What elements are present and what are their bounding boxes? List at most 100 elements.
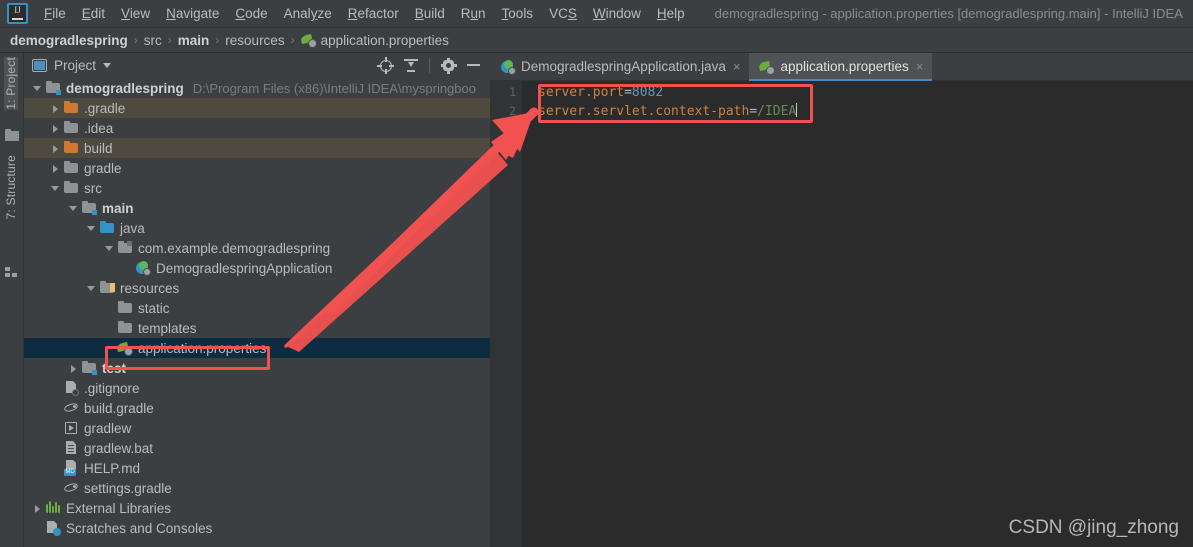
close-icon[interactable]: ×: [916, 60, 924, 73]
menu-items: File Edit View Navigate Code Analyze Refactor B…: [36, 3, 693, 24]
tree-node-java[interactable]: java: [24, 218, 490, 238]
chevron-right-icon[interactable]: [50, 123, 61, 134]
tree-node-main[interactable]: main: [24, 198, 490, 218]
breadcrumb-item-application-properties[interactable]: application.properties: [299, 32, 449, 48]
close-icon[interactable]: ×: [733, 60, 741, 73]
folder-icon[interactable]: [5, 129, 19, 142]
chevron-down-icon[interactable]: [50, 183, 61, 194]
tree-node-label: static: [138, 300, 170, 316]
chevron-down-icon[interactable]: [86, 283, 97, 294]
chevron-right-icon[interactable]: [50, 143, 61, 154]
tree-node-label: resources: [120, 280, 180, 296]
tree-node--gradle[interactable]: .gradle: [24, 98, 490, 118]
tree-node-label: gradlew: [84, 420, 132, 436]
minimize-icon[interactable]: [467, 64, 480, 66]
tool-window-button-structure[interactable]: 7: Structure: [4, 155, 18, 219]
spring-class-icon: [500, 59, 516, 75]
tool-window-button-project[interactable]: 1: Project: [4, 57, 18, 110]
spring-properties-icon: [299, 32, 317, 48]
spring-class-icon: [135, 260, 151, 276]
chevron-down-icon[interactable]: [103, 63, 112, 68]
tree-node-com-example-demogradlespring[interactable]: com.example.demogradlespring: [24, 238, 490, 258]
menu-item-refactor[interactable]: Refactor: [340, 3, 407, 24]
code-line[interactable]: server.servlet.context-path=/IDEA: [538, 102, 1193, 121]
tree-node-label: Scratches and Consoles: [66, 520, 213, 536]
chevron-down-icon[interactable]: [104, 243, 115, 254]
chevron-down-icon[interactable]: [86, 223, 97, 234]
menu-item-view[interactable]: View: [113, 3, 158, 24]
tree-node--idea[interactable]: .idea: [24, 118, 490, 138]
menu-item-analyze[interactable]: Analyze: [276, 3, 340, 24]
project-tool-window: Project demogradlespring D:\Program File…: [24, 53, 490, 547]
code-content[interactable]: server.port=8082 server.servlet.context-p…: [538, 83, 1193, 547]
package-icon: [117, 240, 133, 256]
collapse-all-icon[interactable]: [404, 58, 418, 73]
breadcrumb-item-resources[interactable]: resources: [225, 33, 284, 48]
tree-node-scratches-and-consoles[interactable]: Scratches and Consoles: [24, 518, 490, 538]
chevron-down-icon[interactable]: [68, 203, 79, 214]
tree-node-templates[interactable]: templates: [24, 318, 490, 338]
tree-node-settings-gradle[interactable]: settings.gradle: [24, 478, 490, 498]
breadcrumb-items: demogradlespring › src › main › resources › appl…: [10, 32, 449, 48]
menu-item-help[interactable]: Help: [649, 3, 693, 24]
breadcrumb-label: main: [177, 32, 210, 48]
gear-icon[interactable]: [440, 57, 457, 74]
property-key: server.servlet.context-path: [538, 104, 750, 119]
code-line[interactable]: server.port=8082: [538, 83, 1193, 102]
tree-node-gradlew[interactable]: gradlew: [24, 418, 490, 438]
structure-squares-icon[interactable]: [5, 267, 18, 278]
tree-node-label: settings.gradle: [84, 480, 172, 496]
tree-node-build-gradle[interactable]: build.gradle: [24, 398, 490, 418]
file-icon: [63, 440, 79, 456]
tree-node-demogradlespringapplication[interactable]: DemogradlespringApplication: [24, 258, 490, 278]
menu-item-build[interactable]: Build: [407, 3, 453, 24]
tree-node-label: .idea: [84, 120, 114, 136]
editor-area: DemogradlespringApplication.java × applica…: [490, 53, 1193, 547]
menu-item-tools[interactable]: Tools: [494, 3, 542, 24]
tree-node-gradlew-bat[interactable]: gradlew.bat: [24, 438, 490, 458]
tree-node-label: .gradle: [84, 100, 126, 116]
csdn-watermark: CSDN @jing_zhong: [1008, 517, 1179, 538]
tree-node-label: main: [102, 200, 134, 216]
resource-root-icon: [99, 280, 115, 296]
tree-node-label: application.properties: [138, 340, 267, 356]
breadcrumb-item-main[interactable]: main: [178, 33, 210, 48]
project-panel-title: Project: [54, 58, 97, 73]
menu-item-code[interactable]: Code: [227, 3, 275, 24]
tree-node-gradle[interactable]: gradle: [24, 158, 490, 178]
menu-item-navigate[interactable]: Navigate: [158, 3, 227, 24]
select-opened-file-icon[interactable]: [377, 57, 394, 74]
tree-node-help-md[interactable]: MD HELP.md: [24, 458, 490, 478]
chevron-right-icon[interactable]: [50, 103, 61, 114]
breadcrumb-item-src[interactable]: src: [144, 33, 162, 48]
tree-node-application-properties[interactable]: application.properties: [24, 338, 490, 358]
tree-node-test[interactable]: test: [24, 358, 490, 378]
tree-node-build[interactable]: build: [24, 138, 490, 158]
code-area[interactable]: 123 server.port=8082 server.servlet.conte…: [490, 81, 1193, 547]
editor-tab-demogradlespringapplication-java[interactable]: DemogradlespringApplication.java ×: [490, 53, 749, 80]
menu-item-file[interactable]: File: [36, 3, 74, 24]
chevron-right-icon[interactable]: [50, 163, 61, 174]
chevron-right-icon[interactable]: [32, 503, 43, 514]
tree-node-demogradlespring[interactable]: demogradlespring D:\Program Files (x86)\I…: [24, 78, 490, 98]
menu-item-edit[interactable]: Edit: [74, 3, 113, 24]
breadcrumb-item-demogradlespring[interactable]: demogradlespring: [10, 33, 128, 48]
menu-item-window[interactable]: Window: [585, 3, 649, 24]
tree-node-resources[interactable]: resources: [24, 278, 490, 298]
editor-tab-application-properties[interactable]: application.properties ×: [749, 53, 933, 81]
project-tree[interactable]: demogradlespring D:\Program Files (x86)\I…: [24, 78, 490, 547]
tree-node-external-libraries[interactable]: External Libraries: [24, 498, 490, 518]
breadcrumb-separator: ›: [133, 33, 138, 47]
menu-item-vcs[interactable]: VCS: [541, 3, 585, 24]
menu-item-run[interactable]: Run: [453, 3, 494, 24]
chevron-down-icon[interactable]: [32, 83, 43, 94]
tree-node--gitignore[interactable]: .gitignore: [24, 378, 490, 398]
chevron-right-icon[interactable]: [68, 363, 79, 374]
tree-node-static[interactable]: static: [24, 298, 490, 318]
tree-node-src[interactable]: src: [24, 178, 490, 198]
